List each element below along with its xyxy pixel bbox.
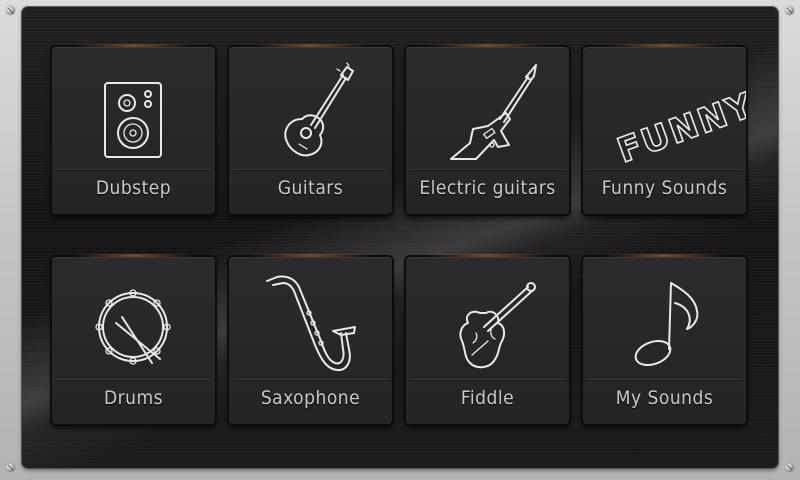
tile-electric-guitars[interactable]: Electric guitars [406,44,569,214]
tile-fiddle[interactable]: Fiddle [406,254,569,424]
tile-separator [56,379,211,380]
screw-top-left [6,6,15,15]
tile-separator [233,169,388,170]
tile-separator [587,379,742,380]
tile-label: Electric guitars [419,177,556,199]
tile-separator [410,169,565,170]
saxophone-icon [229,257,392,377]
tile-separator [233,379,388,380]
drum-icon [52,257,215,377]
tile-saxophone[interactable]: Saxophone [229,254,392,424]
tile-separator [56,169,211,170]
acoustic-guitar-icon [229,47,392,167]
tile-dubstep[interactable]: Dubstep [52,44,215,214]
tile-label: My Sounds [615,387,714,409]
tile-funny-sounds[interactable]: FUNNY Funny Sounds [583,44,746,214]
screw-bottom-right [785,463,794,472]
speaker-icon [52,47,215,167]
tile-label: Funny Sounds [601,177,728,199]
tile-my-sounds[interactable]: My Sounds [583,254,746,424]
tile-separator [587,169,742,170]
music-note-icon [583,257,746,377]
tile-guitars[interactable]: Guitars [229,44,392,214]
tile-label: Fiddle [460,387,515,409]
tile-label: Drums [103,387,164,409]
electric-guitar-icon [406,47,569,167]
screw-top-right [785,6,794,15]
violin-icon [406,257,569,377]
tile-label: Guitars [277,177,344,199]
tile-separator [410,379,565,380]
funny-icon-text: FUNNY [612,85,746,167]
tile-drums[interactable]: Drums [52,254,215,424]
main-panel: Dubstep Guitars Electric guitars FUNNY F… [22,7,778,468]
tile-label: Dubstep [95,177,172,199]
screw-bottom-left [6,463,15,472]
tile-label: Saxophone [260,387,361,409]
funny-text-icon: FUNNY [583,47,746,167]
